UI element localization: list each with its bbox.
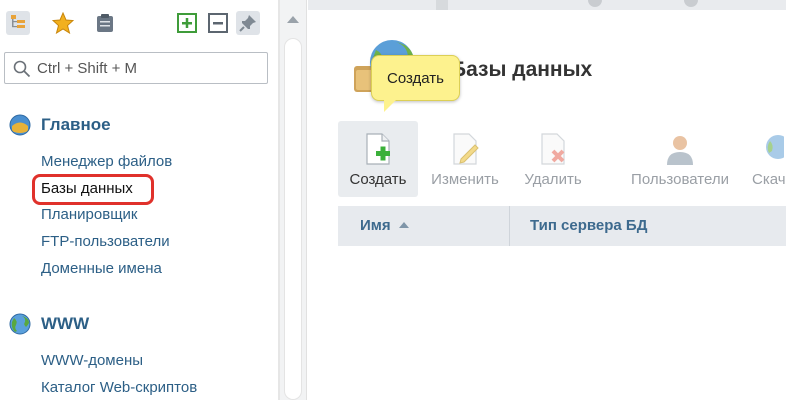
sidebar-item-www-domains[interactable]: WWW-домены	[41, 352, 143, 369]
table-header: Имя Тип сервера БД	[338, 206, 786, 246]
tab-edge	[436, 0, 448, 10]
edit-document-icon	[453, 133, 479, 165]
edit-button-label: Изменить	[431, 171, 499, 188]
column-header-name-label: Имя	[360, 217, 391, 234]
download-button[interactable]: Скач	[748, 121, 786, 197]
tab-control[interactable]	[684, 0, 698, 7]
download-button-label: Скач	[752, 171, 786, 188]
sidebar-item-file-manager[interactable]: Менеджер файлов	[41, 153, 172, 170]
tab-strip	[308, 0, 786, 10]
edit-button[interactable]: Изменить	[424, 121, 506, 197]
create-button-label: Создать	[349, 171, 407, 188]
group-title-www: WWW	[41, 314, 90, 333]
column-header-name[interactable]: Имя	[360, 217, 409, 234]
delete-document-icon	[541, 133, 565, 165]
collapse-all-button[interactable]	[206, 11, 230, 35]
new-document-plus-icon	[366, 133, 390, 165]
sidebar-toolbar	[0, 0, 278, 44]
tab-control[interactable]	[588, 0, 602, 7]
scroll-up-arrow-icon[interactable]	[287, 16, 299, 23]
sidebar-item-domain-names[interactable]: Доменные имена	[41, 260, 162, 277]
search-icon	[13, 60, 31, 78]
plus-box-icon	[177, 13, 197, 33]
delete-button[interactable]: Удалить	[514, 121, 592, 197]
pin-icon	[239, 15, 256, 32]
main-panel: Базы данных Создать Изменить Удалить Пол…	[308, 0, 786, 400]
clipboard-icon	[97, 14, 113, 32]
users-button-label: Пользователи	[631, 171, 729, 188]
search-input[interactable]	[37, 57, 263, 79]
pin-button[interactable]	[236, 11, 260, 35]
star-icon	[52, 12, 74, 34]
create-button[interactable]: Создать	[338, 121, 418, 197]
sidebar-item-ftp-users[interactable]: FTP-пользователи	[41, 233, 170, 250]
sidebar-scrollbar[interactable]	[280, 0, 307, 400]
search-box[interactable]	[4, 52, 268, 84]
sidebar-item-scheduler[interactable]: Планировщик	[41, 206, 137, 223]
sort-ascending-icon	[398, 222, 409, 228]
clipboard-button[interactable]	[93, 11, 117, 35]
group-www[interactable]: WWW	[8, 312, 89, 336]
favorites-button[interactable]	[51, 11, 75, 35]
group-title-main: Главное	[41, 115, 111, 134]
create-tooltip: Создать	[371, 55, 460, 112]
minus-box-icon	[208, 13, 228, 33]
users-icon	[667, 136, 693, 165]
page-title: Базы данных	[451, 58, 593, 81]
group-main[interactable]: Главное	[8, 113, 111, 137]
main-group-icon	[9, 114, 31, 136]
column-resize-handle[interactable]	[509, 206, 510, 246]
delete-button-label: Удалить	[524, 171, 582, 188]
column-header-server-type[interactable]: Тип сервера БД	[530, 217, 647, 234]
globe-download-icon	[766, 135, 784, 159]
expand-all-button[interactable]	[175, 11, 199, 35]
users-button[interactable]: Пользователи	[620, 121, 740, 197]
sidebar-item-web-scripts-catalog[interactable]: Каталог Web-скриптов	[41, 379, 197, 396]
scroll-track[interactable]	[284, 38, 302, 400]
tree-view-icon	[11, 15, 25, 28]
globe-icon	[9, 313, 31, 335]
selection-highlight	[32, 174, 154, 205]
sidebar: Главное Менеджер файлов Базы данных План…	[0, 0, 278, 400]
tree-view-button[interactable]	[6, 11, 30, 35]
